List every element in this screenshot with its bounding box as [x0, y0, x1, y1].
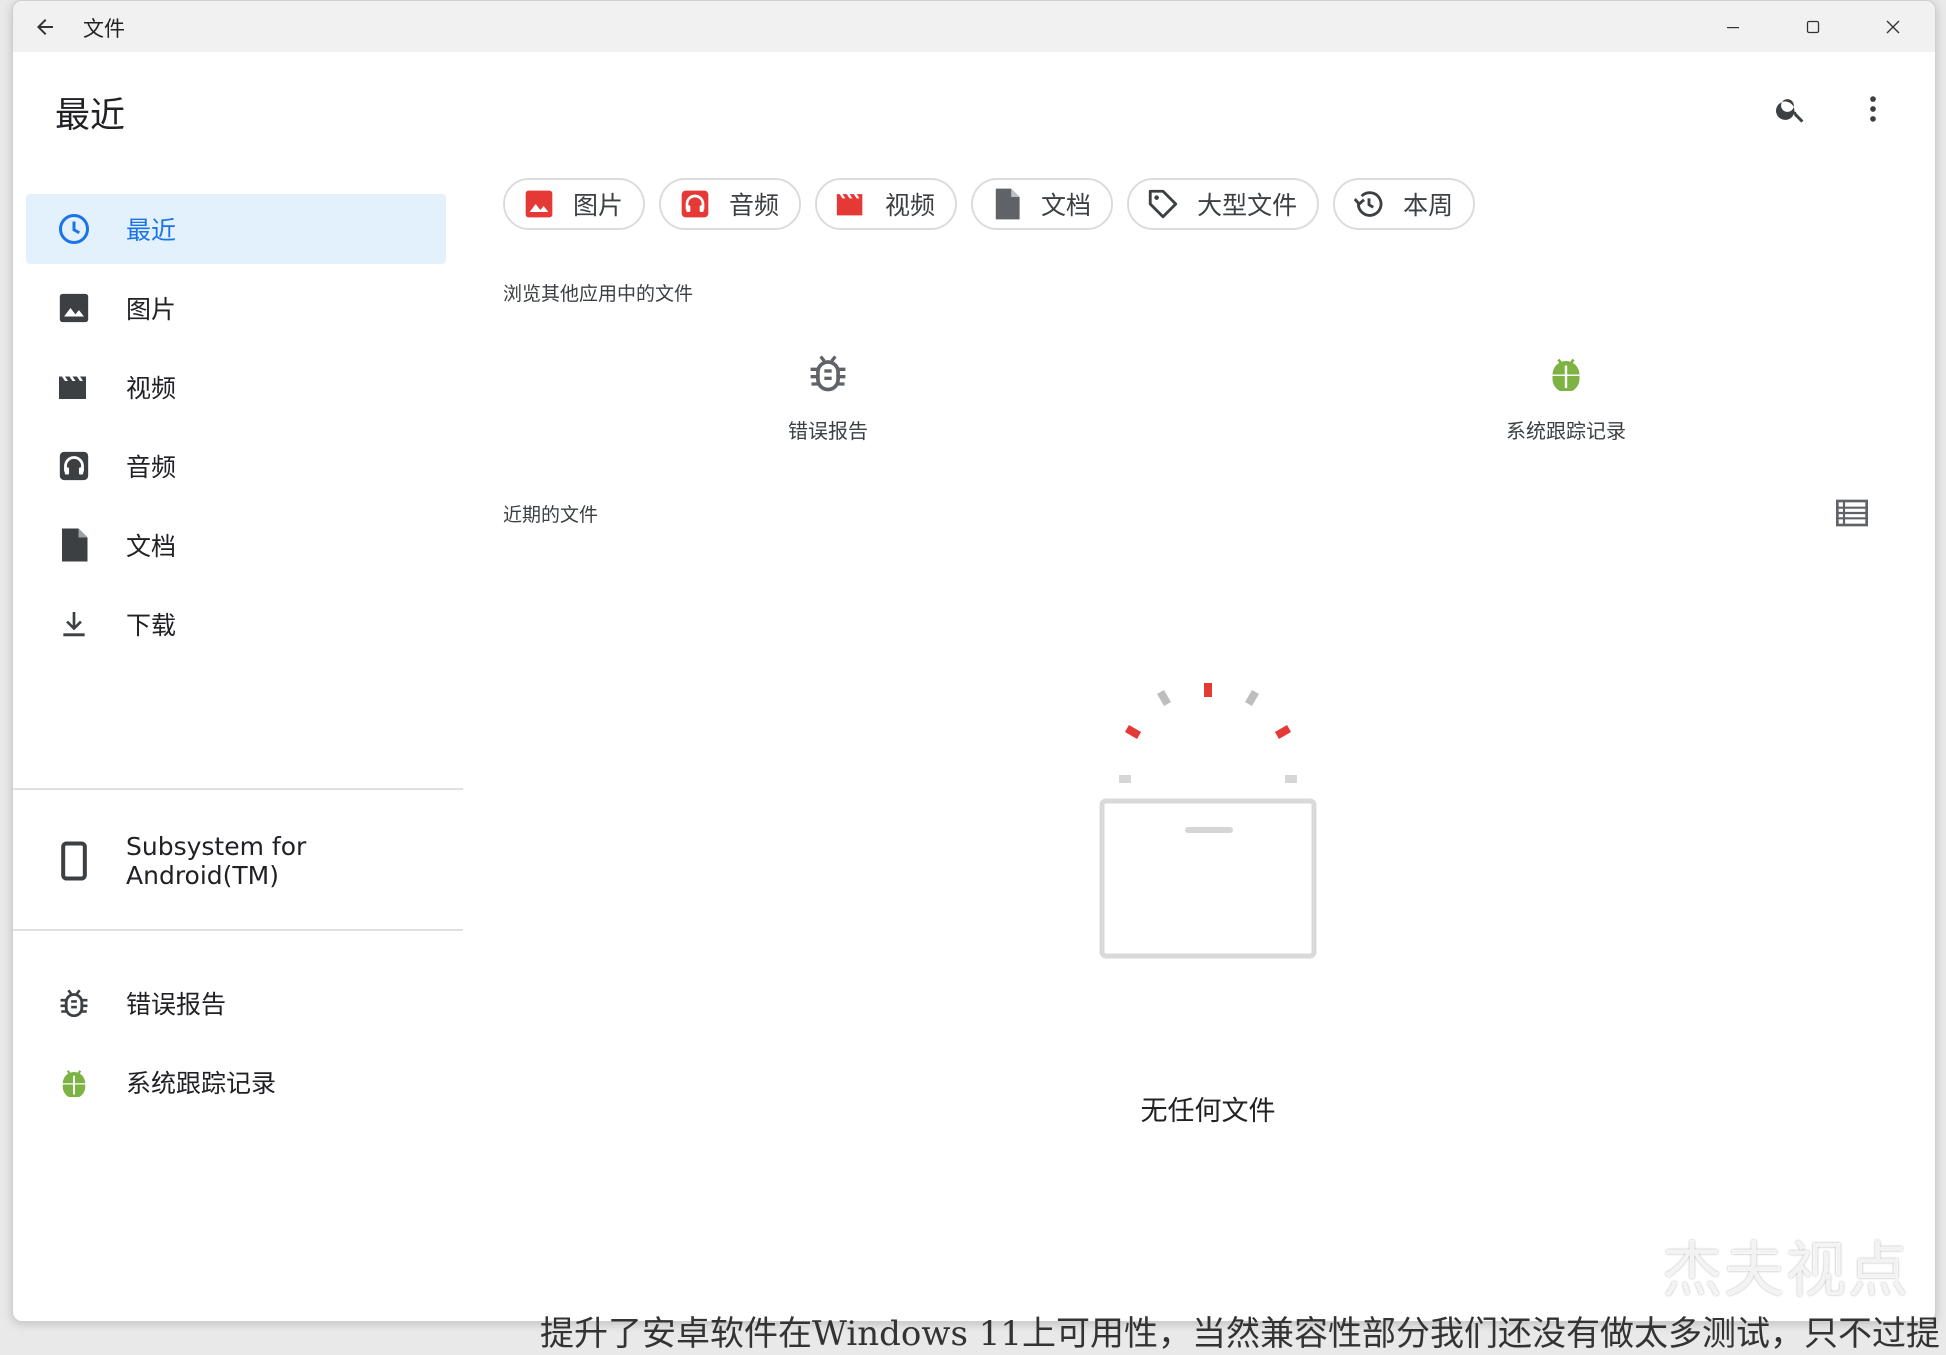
more-options-button[interactable]: [1849, 85, 1897, 133]
chip-label: 音频: [729, 191, 780, 220]
phone-icon: [56, 841, 92, 881]
filter-chips: 图片 音频 视频 文档 大型文件 本周: [503, 178, 1476, 230]
sidebar-item-recent[interactable]: 最近: [26, 194, 446, 264]
image-icon: [56, 290, 92, 326]
headphones-icon: [677, 186, 713, 222]
bug-icon: [56, 985, 92, 1021]
sidebar-item-label: 错误报告: [126, 990, 227, 1019]
sidebar-item-audio[interactable]: 音频: [26, 431, 446, 501]
app-tile-system-trace[interactable]: 系统跟踪记录: [1416, 349, 1716, 444]
movie-icon: [56, 369, 92, 405]
sidebar-divider: [13, 788, 463, 790]
sidebar-item-label: Subsystem for Android(TM): [126, 832, 307, 890]
chip-label: 视频: [885, 191, 936, 220]
app-tile-bug-report[interactable]: 错误报告: [678, 349, 978, 444]
image-icon: [521, 186, 557, 222]
android-icon: [1542, 349, 1590, 397]
article-caption: 提升了安卓软件在Windows 11上可用性，当然兼容性部分我们还没有做太多测试…: [540, 1314, 1940, 1354]
more-vert-icon: [1870, 96, 1876, 122]
history-icon: [1351, 186, 1387, 222]
sidebar-item-system-trace[interactable]: 系统跟踪记录: [26, 1047, 446, 1117]
sidebar-item-label: 音频: [126, 453, 177, 482]
minimize-button[interactable]: [1693, 1, 1773, 52]
sidebar-item-downloads[interactable]: 下载: [26, 589, 446, 659]
chip-videos[interactable]: 视频: [815, 178, 958, 230]
movie-icon: [833, 186, 869, 222]
sidebar-item-bug-report[interactable]: 错误报告: [26, 968, 446, 1038]
list-view-toggle[interactable]: [1830, 491, 1874, 535]
browse-apps-heading: 浏览其他应用中的文件: [503, 283, 694, 305]
watermark: 杰夫视点: [1662, 1236, 1910, 1306]
app-tile-label: 错误报告: [788, 419, 868, 443]
sidebar-divider: [13, 929, 463, 931]
chip-this-week[interactable]: 本周: [1333, 178, 1476, 230]
sidebar-item-label: 系统跟踪记录: [126, 1069, 277, 1098]
sidebar-item-images[interactable]: 图片: [26, 273, 446, 343]
android-icon: [56, 1064, 92, 1100]
chip-label: 本周: [1403, 191, 1454, 220]
back-arrow-icon: [37, 19, 53, 35]
search-button[interactable]: [1767, 85, 1815, 133]
sidebar-item-label: 下载: [126, 611, 177, 640]
file-manager-window: 文件 最近 最近 图片 视频 音频 文档 下载 Subsystem for An…: [12, 0, 1936, 1322]
sidebar-item-label: 最近: [126, 216, 177, 245]
minimize-icon: [1727, 26, 1739, 28]
headphones-icon: [56, 448, 92, 484]
chip-large-files[interactable]: 大型文件: [1127, 178, 1320, 230]
chip-audio[interactable]: 音频: [659, 178, 802, 230]
sidebar-item-label: 文档: [126, 532, 177, 561]
chip-documents[interactable]: 文档: [971, 178, 1114, 230]
page-title: 最近: [55, 96, 126, 136]
list-view-icon: [1836, 499, 1868, 527]
close-button[interactable]: [1853, 1, 1933, 52]
chip-images[interactable]: 图片: [503, 178, 646, 230]
bug-icon: [804, 349, 852, 397]
chip-label: 大型文件: [1197, 191, 1298, 220]
sidebar-item-videos[interactable]: 视频: [26, 352, 446, 422]
maximize-icon: [1806, 20, 1820, 33]
sidebar-item-android-device[interactable]: Subsystem for Android(TM): [26, 826, 446, 896]
search-icon: [1776, 99, 1804, 123]
title-bar: 文件: [13, 1, 1935, 52]
tag-icon: [1145, 186, 1181, 222]
download-icon: [56, 606, 92, 642]
app-tile-label: 系统跟踪记录: [1506, 419, 1626, 443]
sidebar-item-documents[interactable]: 文档: [26, 510, 446, 580]
chip-label: 图片: [573, 191, 624, 220]
document-icon: [989, 186, 1025, 222]
recent-files-heading: 近期的文件: [503, 504, 599, 526]
sidebar-item-label: 视频: [126, 374, 177, 403]
maximize-button[interactable]: [1773, 1, 1853, 52]
document-icon: [56, 527, 92, 563]
sidebar-item-label: 图片: [126, 295, 177, 324]
window-title: 文件: [83, 17, 125, 41]
empty-box-illustration: [1099, 683, 1317, 959]
empty-state-message: 无任何文件: [1140, 1096, 1276, 1127]
chip-label: 文档: [1041, 191, 1092, 220]
back-button[interactable]: [29, 11, 61, 43]
close-icon: [1886, 20, 1900, 33]
clock-icon: [56, 211, 92, 247]
